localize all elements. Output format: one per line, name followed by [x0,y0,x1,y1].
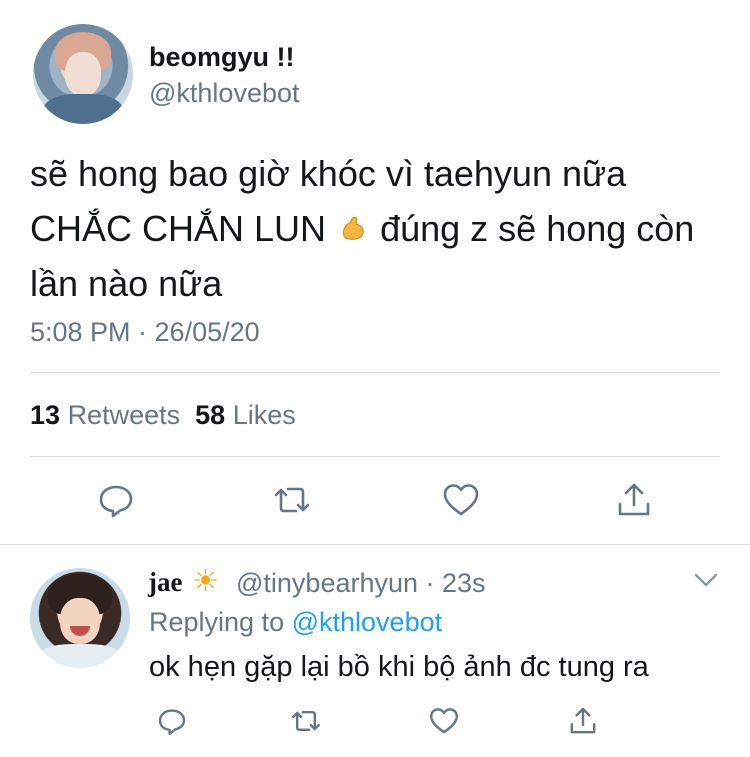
divider [0,544,750,545]
likes-count[interactable]: 58 [195,400,225,430]
avatar-shirt [38,644,122,668]
divider [30,456,720,457]
retweets-count[interactable]: 13 [30,400,60,430]
tweet-stats: 13 Retweets 58 Likes [30,400,296,431]
reply-icon[interactable] [96,480,136,520]
flexed-biceps-icon [336,201,370,256]
author-handle[interactable]: @kthlovebot [149,78,300,109]
tweet-text-continued: đúng z sẽ hong còn [380,208,695,249]
chevron-down-icon[interactable] [693,570,719,590]
tweet-text-line-1: sẽ hong bao giờ khóc vì taehyun nữa [30,153,627,194]
avatar-body [43,94,123,124]
author-display-name[interactable]: beomgyu !! [149,42,295,73]
like-icon[interactable] [428,705,460,737]
replying-to-label: Replying to [149,607,285,637]
replying-to-handle[interactable]: @kthlovebot [292,607,443,637]
avatar-face [65,52,101,96]
tweet-timestamp[interactable]: 5:08 PM · 26/05/20 [30,317,260,348]
tweet-text: sẽ hong bao giờ khóc vì taehyun nữa CHẮC… [30,146,720,311]
reply-avatar[interactable] [30,568,130,668]
author-avatar[interactable] [33,24,133,124]
sun-icon: ☀ [192,565,219,598]
retweet-icon[interactable] [290,705,322,737]
tweet-text-line-2: CHẮC CHẮN LUN đúng z sẽ hong còn [30,201,720,256]
avatar-face [60,598,100,644]
share-icon[interactable] [614,480,654,520]
likes-label[interactable]: Likes [233,400,296,430]
reply-handle-time[interactable]: @tinybearhyun · 23s [236,568,486,599]
retweet-icon[interactable] [272,480,312,520]
reply-display-name[interactable]: jae [148,567,182,598]
reply-icon[interactable] [156,705,188,737]
reply-text: ok hẹn gặp lại bồ khi bộ ảnh đc tung ra [149,651,649,683]
tweet-text-line-3: lần nào nữa [30,263,223,304]
retweets-label[interactable]: Retweets [68,400,181,430]
tweet-text-caps: CHẮC CHẮN LUN [30,208,327,249]
like-icon[interactable] [441,480,481,520]
divider [30,372,720,373]
share-icon[interactable] [567,705,599,737]
replying-to: Replying to @kthlovebot [149,607,442,638]
